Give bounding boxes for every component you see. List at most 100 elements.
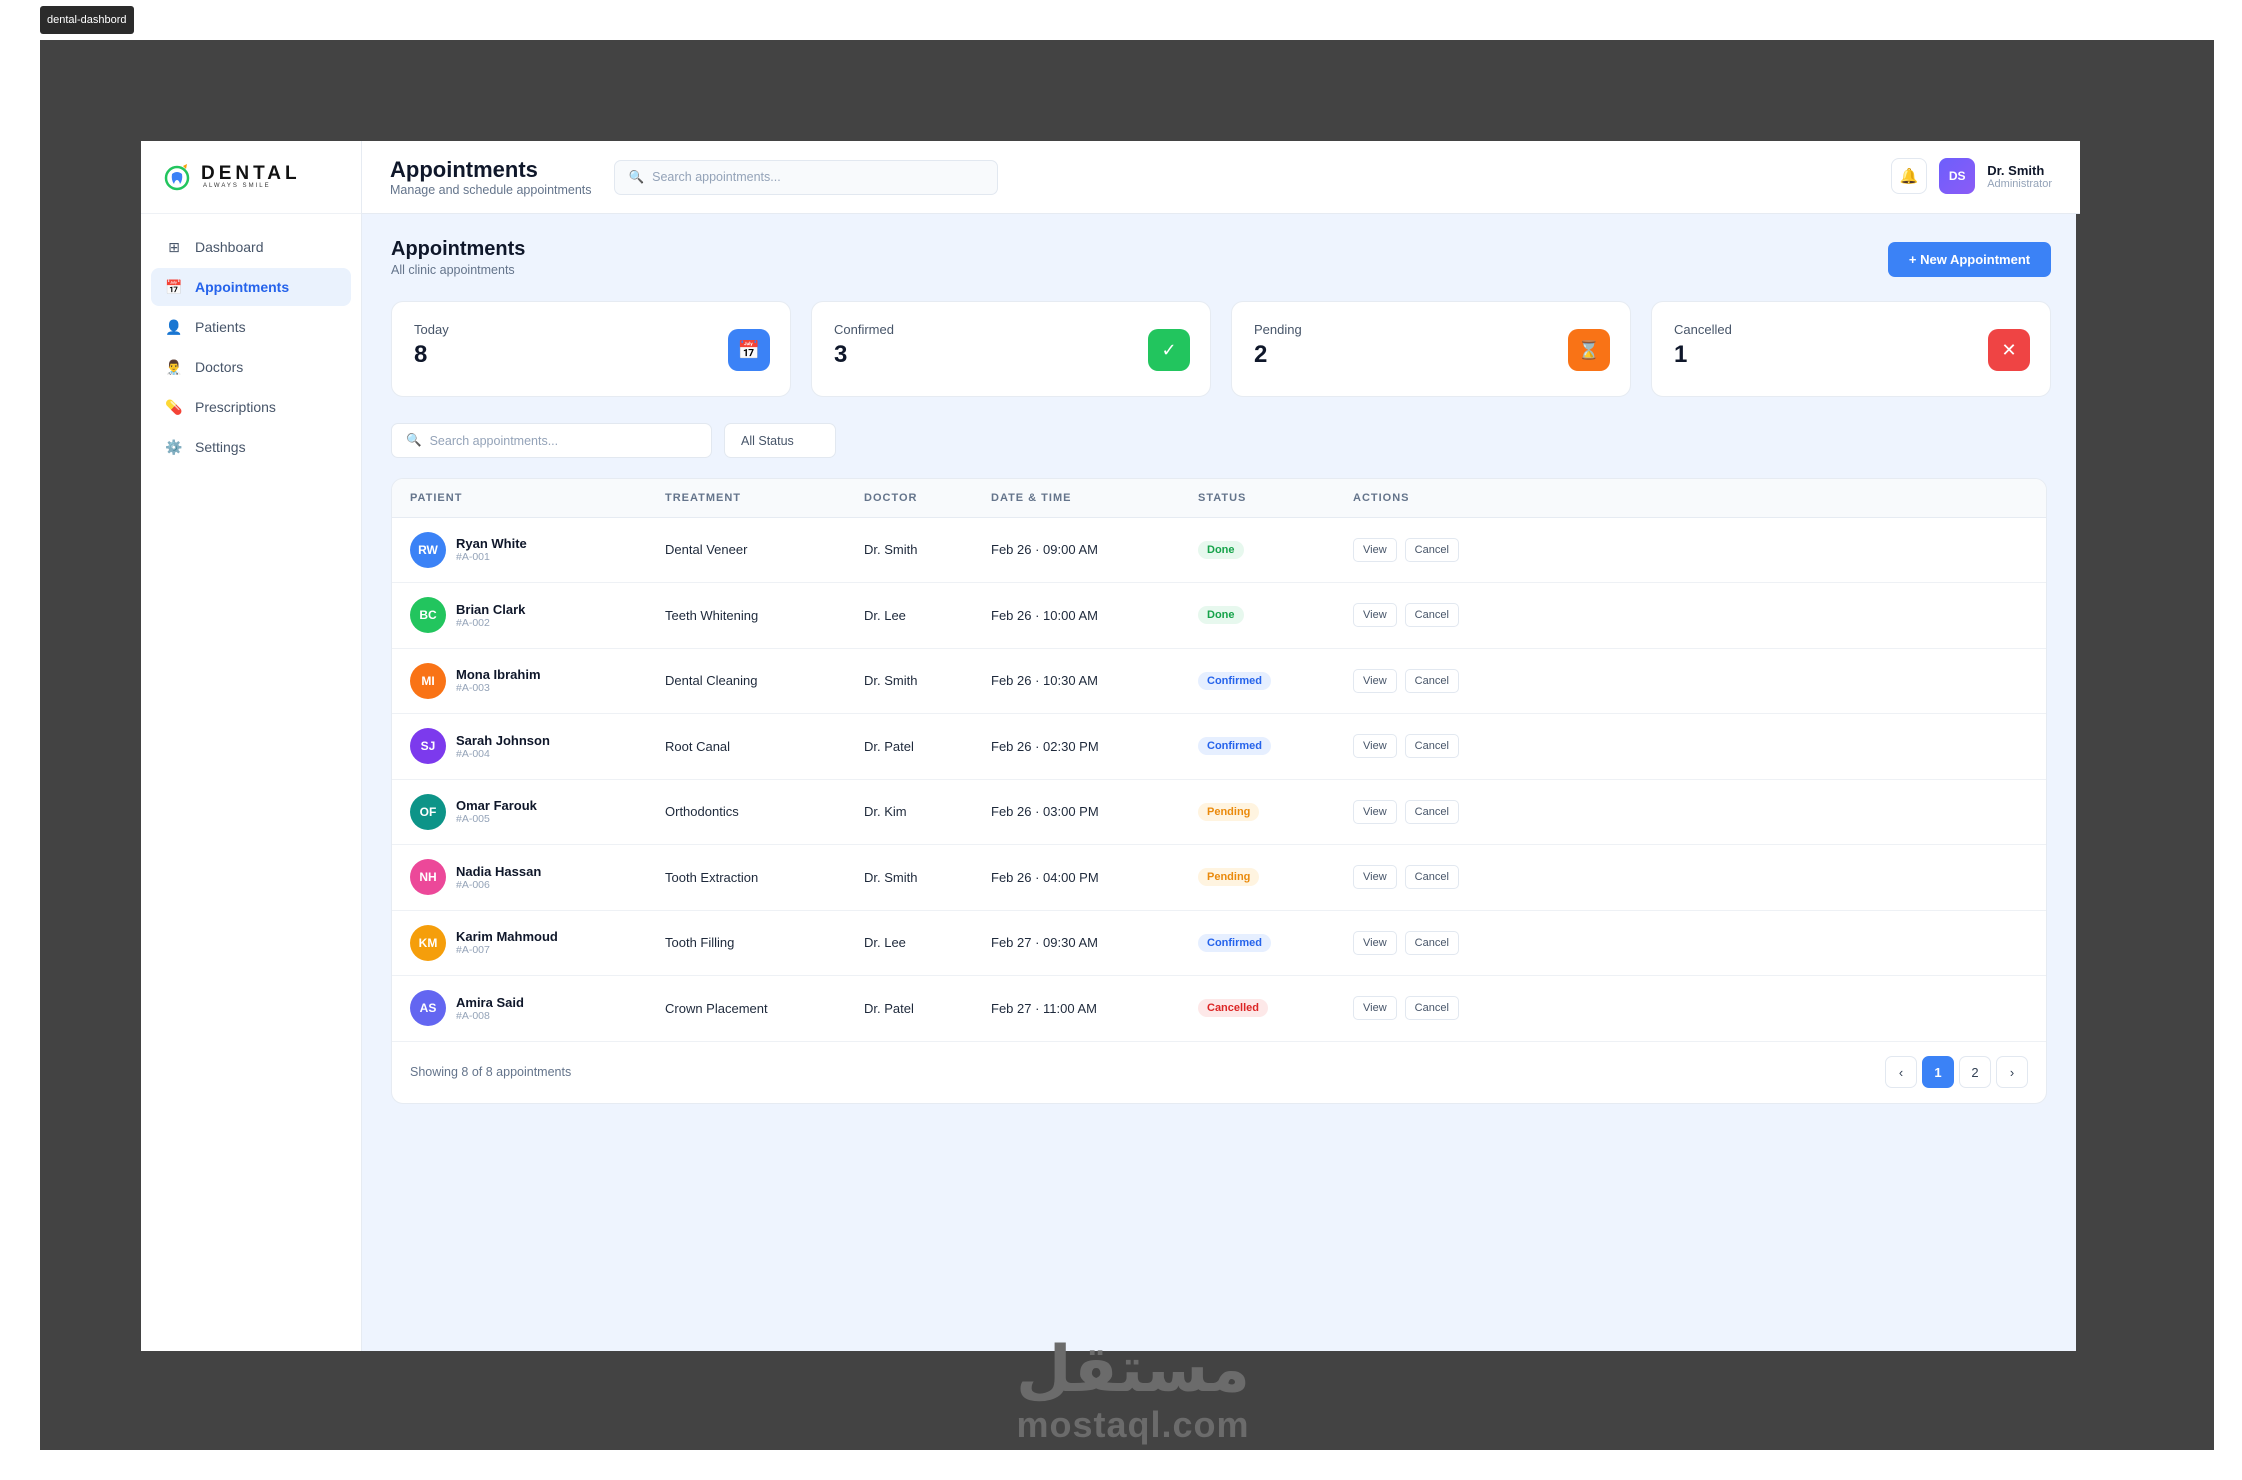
table-row: MI Mona Ibrahim #A-003 Dental Cleaning Dr. S… <box>392 648 2046 714</box>
cancel-button[interactable]: Cancel <box>1404 799 1459 824</box>
datetime-cell: Feb 26 · 03:00 PM <box>991 804 1099 820</box>
stat-card-pending: Pending 2 ⌛ <box>1231 301 1631 397</box>
cancel-button[interactable]: Cancel <box>1404 734 1459 759</box>
sidebar-item-settings[interactable]: ⚙️ Settings <box>151 428 351 466</box>
table-row: SJ Sarah Johnson #A-004 Root Canal Dr. Patel… <box>392 714 2046 780</box>
sidebar-item-doctors[interactable]: 👨‍⚕️ Doctors <box>151 348 351 386</box>
sidebar-item-label: Dashboard <box>195 239 264 255</box>
table-row: KM Karim Mahmoud #A-007 Tooth Filling Dr. Le… <box>392 910 2046 976</box>
cancel-button[interactable]: Cancel <box>1404 996 1459 1021</box>
view-button[interactable]: View <box>1353 603 1397 628</box>
brand-logo[interactable]: DENTAL ALWAYS SMILE <box>141 141 361 214</box>
sidebar-item-dashboard[interactable]: ⊞ Dashboard <box>151 228 351 266</box>
check-icon: ✓ <box>1148 329 1190 371</box>
treatment-cell: Tooth Extraction <box>665 869 759 885</box>
appointment-search-input[interactable]: 🔍 Search appointments... <box>391 423 712 458</box>
view-button[interactable]: View <box>1353 996 1397 1021</box>
patient-cell: BC Brian Clark #A-002 <box>392 583 647 649</box>
status-cell: Pending <box>1180 779 1335 845</box>
user-avatar[interactable]: DS <box>1939 158 1976 194</box>
patient-info: MI Mona Ibrahim #A-003 <box>410 662 647 699</box>
cancel-button[interactable]: Cancel <box>1404 668 1459 693</box>
global-search-input[interactable]: 🔍 Search appointments... <box>613 159 998 195</box>
sidebar-nav: ⊞ Dashboard 📅 Appointments 👤 Patients 👨‍⚕️ Doct… <box>141 214 361 482</box>
actions-cell: View Cancel <box>1335 583 2046 649</box>
view-button[interactable]: View <box>1353 799 1397 824</box>
patient-cell: AS Amira Said #A-008 <box>392 976 647 1042</box>
column-header: DOCTOR <box>846 479 973 518</box>
search-icon: 🔍 <box>628 169 645 184</box>
patient-name: Brian Clark <box>456 601 526 617</box>
view-button[interactable]: View <box>1353 930 1397 955</box>
datetime-cell: Feb 26 · 09:00 AM <box>991 542 1098 558</box>
sidebar-item-appointments[interactable]: 📅 Appointments <box>151 268 351 306</box>
patient-avatar: NH <box>410 859 446 896</box>
hourglass-icon: ⌛ <box>1568 329 1610 371</box>
sidebar-item-label: Appointments <box>195 279 290 295</box>
actions-cell: View Cancel <box>1335 910 2046 976</box>
patient-info: KM Karim Mahmoud #A-007 <box>410 924 647 961</box>
patient-id: #A-001 <box>456 551 490 564</box>
stat-card-confirmed: Confirmed 3 ✓ <box>811 301 1211 397</box>
datetime-cell: Feb 26 · 10:00 AM <box>991 607 1098 623</box>
column-header: TREATMENT <box>647 479 846 518</box>
cancel-button[interactable]: Cancel <box>1404 603 1459 628</box>
prev-page-button[interactable]: ‹ <box>1885 1056 1917 1088</box>
treatment-cell: Dental Cleaning <box>665 673 758 689</box>
status-badge: Done <box>1198 540 1244 559</box>
user-info[interactable]: Dr. Smith Administrator <box>1987 163 2052 190</box>
row-actions: View Cancel <box>1353 930 2046 955</box>
patient-avatar: MI <box>410 662 446 699</box>
view-button[interactable]: View <box>1353 734 1397 759</box>
treatment-cell: Tooth Filling <box>665 935 735 951</box>
patient-text: Mona Ibrahim #A-003 <box>456 667 541 694</box>
stat-label: Cancelled <box>1674 322 1732 337</box>
app-window: DENTAL ALWAYS SMILE ⊞ Dashboard 📅 Appointme… <box>141 141 2080 1351</box>
user-icon: 👤 <box>165 318 183 335</box>
user-role: Administrator <box>1987 177 2052 190</box>
status-cell: Confirmed <box>1180 714 1335 780</box>
sidebar-item-prescriptions[interactable]: 💊 Prescriptions <box>151 388 351 426</box>
filter-bar: 🔍 Search appointments... All Status <box>391 423 2051 458</box>
page-button-2[interactable]: 2 <box>1959 1056 1991 1088</box>
patient-text: Nadia Hassan #A-006 <box>456 864 541 891</box>
patient-name: Ryan White <box>456 536 527 552</box>
patient-id: #A-003 <box>456 682 490 695</box>
notifications-bell-icon[interactable]: 🔔 <box>1891 158 1928 194</box>
table-row: RW Ryan White #A-001 Dental Veneer Dr. Smith… <box>392 517 2046 583</box>
view-button[interactable]: View <box>1353 668 1397 693</box>
patient-cell: SJ Sarah Johnson #A-004 <box>392 714 647 780</box>
brand-tagline: ALWAYS SMILE <box>203 183 271 189</box>
page-subtitle: All clinic appointments <box>391 263 515 277</box>
view-button[interactable]: View <box>1353 865 1397 890</box>
page-button-1[interactable]: 1 <box>1922 1056 1954 1088</box>
topbar-title: Appointments <box>390 157 538 182</box>
user-area: 🔔 DS Dr. Smith Administrator <box>1891 158 2052 194</box>
doctor-icon: 👨‍⚕️ <box>165 358 183 375</box>
new-appointment-button[interactable]: + New Appointment <box>1888 242 2051 277</box>
cancel-button[interactable]: Cancel <box>1404 865 1459 890</box>
cancel-button[interactable]: Cancel <box>1404 537 1459 562</box>
table-row: NH Nadia Hassan #A-006 Tooth Extraction Dr. … <box>392 845 2046 911</box>
pagination: ‹ 1 2 › <box>1885 1056 2028 1088</box>
patient-text: Sarah Johnson #A-004 <box>456 733 550 760</box>
watermark: مستقل mostaql.com <box>993 1335 1273 1445</box>
patient-info: AS Amira Said #A-008 <box>410 990 647 1027</box>
datetime-cell: Feb 27 · 11:00 AM <box>991 1000 1097 1016</box>
table-row: AS Amira Said #A-008 Crown Placement Dr. Pat… <box>392 976 2046 1042</box>
patient-text: Omar Farouk #A-005 <box>456 798 537 825</box>
patient-avatar: AS <box>410 990 446 1027</box>
actions-cell: View Cancel <box>1335 845 2046 911</box>
global-search-placeholder: Search appointments... <box>652 170 781 184</box>
cancel-button[interactable]: Cancel <box>1404 930 1459 955</box>
status-filter-select[interactable]: All Status <box>724 423 836 458</box>
view-button[interactable]: View <box>1353 537 1397 562</box>
page-title: Appointments <box>391 238 526 260</box>
status-badge: Cancelled <box>1198 999 1268 1018</box>
treatment-cell: Crown Placement <box>665 1000 768 1016</box>
actions-cell: View Cancel <box>1335 976 2046 1042</box>
next-page-button[interactable]: › <box>1996 1056 2028 1088</box>
sidebar-item-patients[interactable]: 👤 Patients <box>151 308 351 346</box>
patient-info: RW Ryan White #A-001 <box>410 531 647 568</box>
patient-avatar: RW <box>410 531 446 568</box>
